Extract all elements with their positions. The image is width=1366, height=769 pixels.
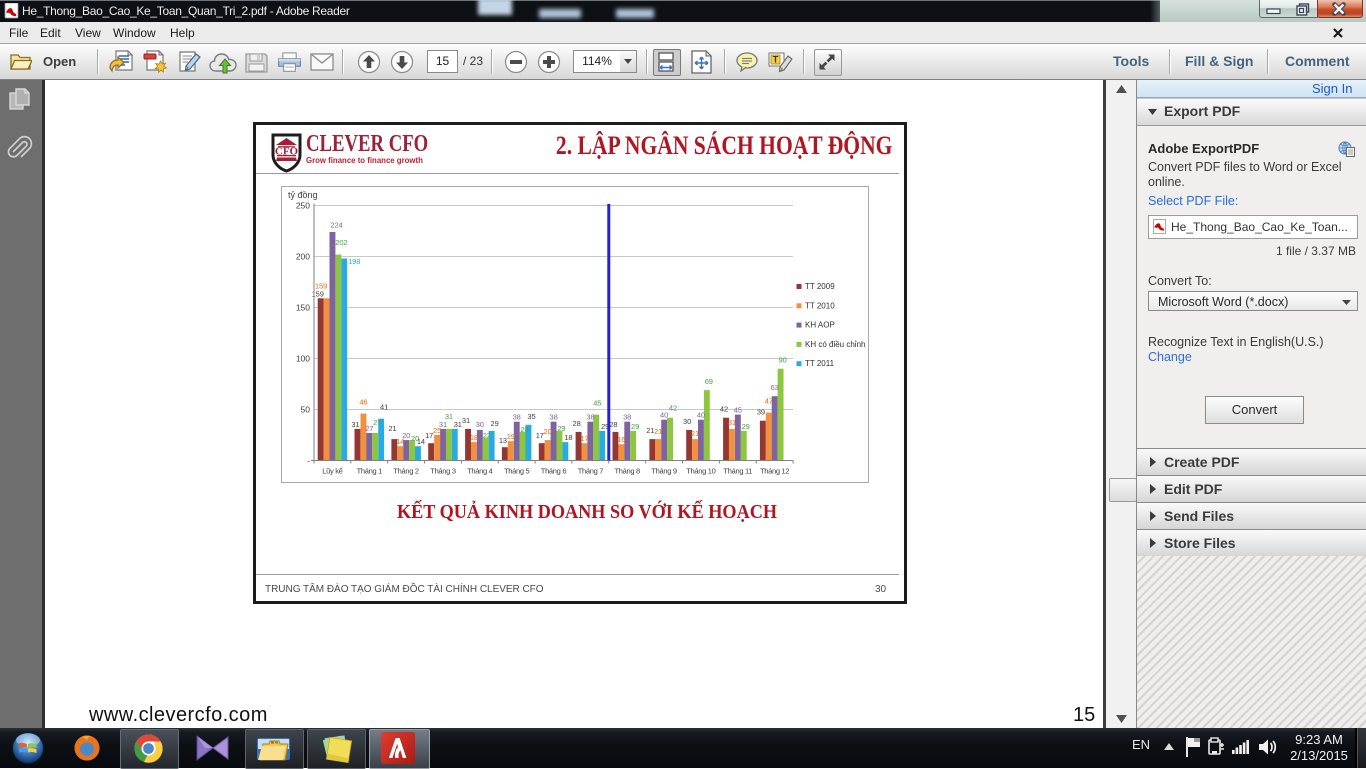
svg-text:21: 21: [388, 424, 396, 433]
svg-text:16: 16: [617, 435, 625, 444]
svg-text:159: 159: [315, 281, 327, 290]
svg-text:Tháng 2: Tháng 2: [393, 467, 419, 476]
svg-text:38: 38: [623, 413, 631, 422]
svg-text:31: 31: [351, 420, 359, 429]
svg-text:42: 42: [669, 404, 677, 413]
svg-text:224: 224: [330, 221, 342, 230]
svg-text:50: 50: [301, 405, 311, 415]
svg-text:39: 39: [757, 408, 765, 417]
svg-text:198: 198: [348, 257, 360, 266]
svg-text:31: 31: [445, 412, 453, 421]
svg-text:Tháng 4: Tháng 4: [467, 467, 493, 476]
svg-text:40: 40: [660, 411, 668, 420]
svg-text:-: -: [307, 456, 310, 466]
svg-text:159: 159: [312, 289, 324, 298]
svg-text:Tháng 6: Tháng 6: [541, 467, 567, 476]
svg-text:31: 31: [462, 416, 470, 425]
svg-text:45: 45: [734, 406, 742, 415]
svg-text:30: 30: [476, 420, 484, 429]
svg-text:TT 2010: TT 2010: [805, 301, 835, 310]
svg-text:69: 69: [705, 377, 713, 386]
svg-text:29: 29: [742, 422, 750, 431]
svg-text:31: 31: [439, 420, 447, 429]
svg-text:KH có điều chỉnh: KH có điều chỉnh: [805, 340, 865, 349]
svg-text:29: 29: [557, 424, 565, 433]
svg-text:250: 250: [296, 201, 310, 211]
svg-text:38: 38: [513, 413, 521, 422]
svg-text:28: 28: [609, 420, 617, 429]
svg-text:41: 41: [380, 403, 388, 412]
svg-text:45: 45: [593, 399, 601, 408]
svg-text:27: 27: [373, 418, 381, 427]
svg-text:Tháng 9: Tháng 9: [651, 467, 677, 476]
svg-text:19: 19: [507, 432, 515, 441]
svg-text:63: 63: [771, 383, 779, 392]
svg-text:Tháng 12: Tháng 12: [760, 467, 789, 476]
svg-text:90: 90: [779, 356, 787, 365]
svg-text:150: 150: [296, 303, 310, 313]
svg-text:20: 20: [544, 427, 552, 436]
svg-text:38: 38: [550, 413, 558, 422]
svg-text:20: 20: [402, 431, 410, 440]
svg-text:31: 31: [728, 418, 736, 427]
svg-text:18: 18: [470, 433, 478, 442]
svg-text:29: 29: [491, 419, 499, 428]
svg-text:Tháng 1: Tháng 1: [357, 467, 383, 476]
svg-text:17: 17: [580, 434, 588, 443]
svg-text:31: 31: [454, 420, 462, 429]
svg-text:T: T: [773, 55, 779, 65]
svg-text:42: 42: [720, 405, 728, 414]
svg-text:28: 28: [573, 419, 581, 428]
svg-text:30: 30: [683, 417, 691, 426]
svg-text:Tháng 3: Tháng 3: [430, 467, 456, 476]
svg-text:200: 200: [296, 252, 310, 262]
svg-text:TT 2011: TT 2011: [805, 359, 835, 368]
svg-text:Tháng 7: Tháng 7: [578, 467, 604, 476]
svg-text:tỷ đồng: tỷ đồng: [288, 190, 318, 200]
svg-text:46: 46: [359, 398, 367, 407]
svg-text:14: 14: [417, 437, 425, 446]
svg-text:Tháng 5: Tháng 5: [504, 467, 530, 476]
svg-text:21: 21: [691, 429, 699, 438]
svg-text:28: 28: [521, 425, 529, 434]
svg-text:Lũy kế: Lũy kế: [322, 467, 343, 476]
svg-text:Tháng 11: Tháng 11: [723, 467, 752, 476]
svg-text:18: 18: [564, 433, 572, 442]
svg-text:Tháng 8: Tháng 8: [614, 467, 640, 476]
svg-text:Tháng 10: Tháng 10: [686, 467, 715, 476]
svg-text:TT 2009: TT 2009: [805, 282, 835, 291]
svg-text:47: 47: [765, 397, 773, 406]
svg-text:40: 40: [697, 411, 705, 420]
svg-text:29: 29: [631, 422, 639, 431]
svg-text:CFO: CFO: [275, 146, 299, 158]
svg-text:100: 100: [296, 354, 310, 364]
svg-text:22: 22: [483, 431, 491, 440]
svg-text:202: 202: [335, 238, 347, 247]
svg-text:21: 21: [654, 427, 662, 436]
svg-text:KH AOP: KH AOP: [805, 321, 835, 330]
svg-text:35: 35: [527, 412, 535, 421]
svg-text:38: 38: [586, 413, 594, 422]
